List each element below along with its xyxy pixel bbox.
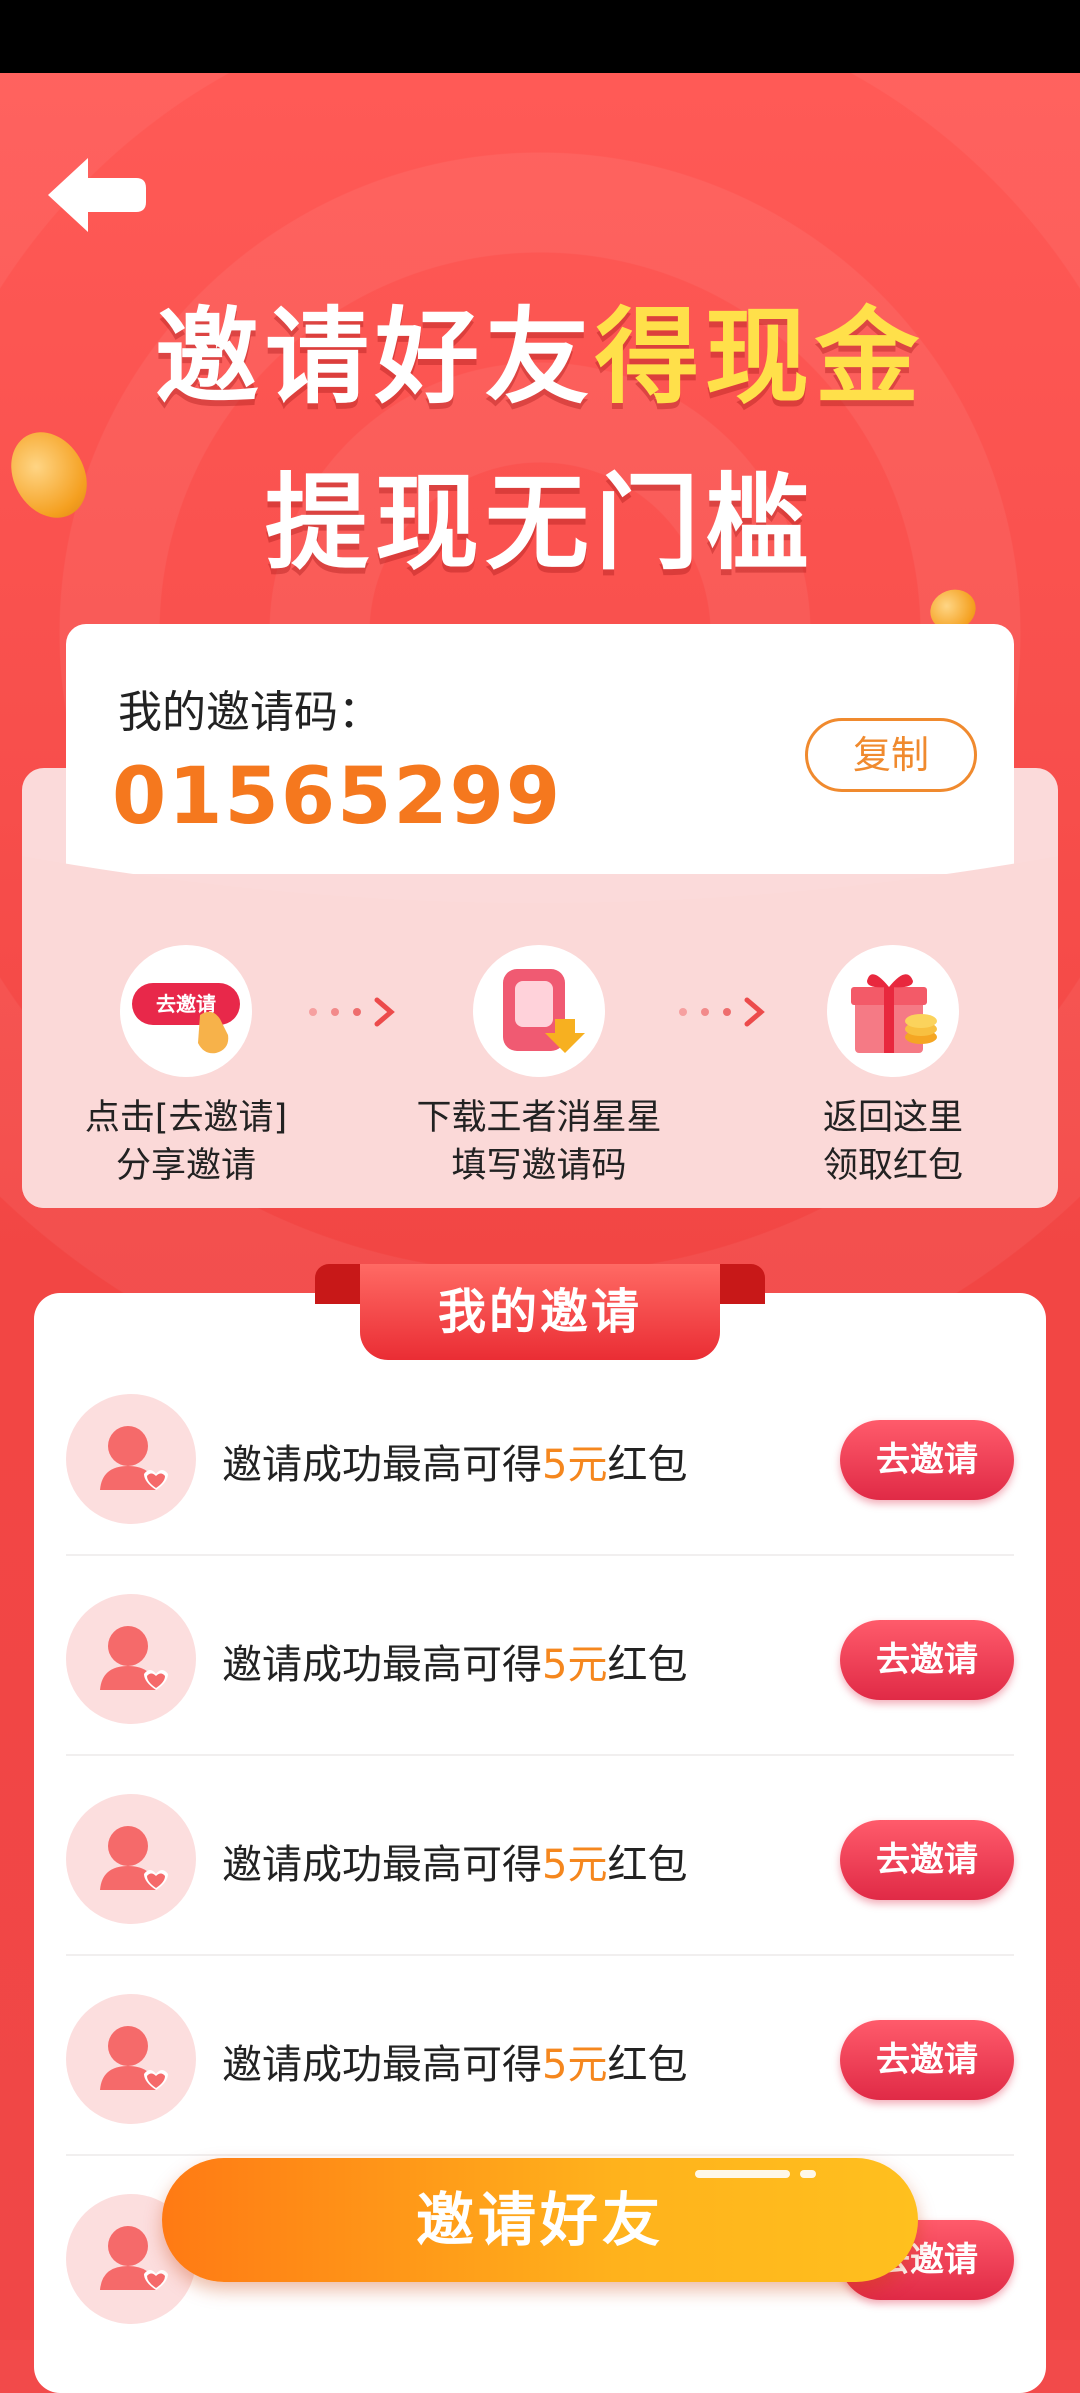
back-arrow-icon[interactable] [40, 150, 150, 240]
go-invite-button[interactable]: 去邀请 [840, 1420, 1014, 1500]
button-shine [695, 2170, 790, 2178]
avatar-placeholder-icon [66, 1994, 196, 2124]
go-invite-button[interactable]: 去邀请 [840, 1820, 1014, 1900]
invite-tap-icon: 去邀请 [132, 983, 240, 1054]
go-invite-button[interactable]: 去邀请 [840, 1620, 1014, 1700]
download-app-icon [503, 969, 585, 1053]
status-bar [0, 0, 1080, 73]
step-2-text: 下载王者消星星 填写邀请码 [416, 1098, 662, 1186]
step-arrow-icon [309, 997, 395, 1027]
invite-row-text: 邀请成功最高可得5元红包 [222, 1842, 688, 1888]
avatar-placeholder-icon [66, 1394, 196, 1524]
invite-row: 邀请成功最高可得5元红包 去邀请 [66, 1556, 1014, 1756]
step-1-icon: 去邀请 [120, 945, 252, 1077]
invite-row-text: 邀请成功最高可得5元红包 [222, 1442, 688, 1488]
invite-code-value: 01565299 [112, 752, 563, 842]
avatar-placeholder-icon [66, 1594, 196, 1724]
button-shine [800, 2170, 816, 2178]
invite-code-label: 我的邀请码： [118, 687, 382, 738]
step-arrow-icon [679, 997, 765, 1027]
avatar-placeholder-icon [66, 1794, 196, 1924]
invite-row-text: 邀请成功最高可得5元红包 [222, 2042, 688, 2088]
step-1-text: 点击[去邀请] 分享邀请 [84, 1098, 288, 1186]
step-3-icon [827, 945, 959, 1077]
page-title: 邀请好友得现金 [154, 296, 926, 418]
step-3-text: 返回这里 领取红包 [822, 1098, 963, 1186]
my-invites-title: 我的邀请 [360, 1264, 720, 1360]
step-2-icon [473, 945, 605, 1077]
copy-button[interactable]: 复制 [805, 718, 977, 792]
go-invite-button[interactable]: 去邀请 [840, 2020, 1014, 2100]
invite-row: 邀请成功最高可得5元红包 去邀请 [66, 1756, 1014, 1956]
page-subtitle: 提现无门槛 [264, 462, 815, 584]
invite-row: 邀请成功最高可得5元红包 去邀请 [66, 1956, 1014, 2156]
gift-box-icon [851, 974, 937, 1053]
invite-row: 邀请成功最高可得5元红包 去邀请 [66, 1356, 1014, 1556]
invite-row-text: 邀请成功最高可得5元红包 [222, 1642, 688, 1688]
